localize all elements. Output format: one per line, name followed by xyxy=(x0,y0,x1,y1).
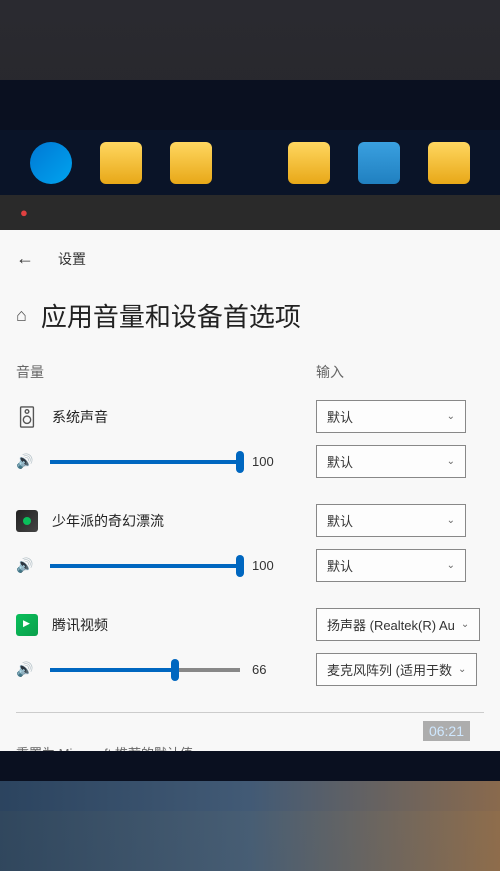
browser-tab-strip: ● xyxy=(0,195,500,230)
volume-value: 100 xyxy=(252,454,284,469)
desktop-taskbar xyxy=(0,130,500,195)
app-icon[interactable] xyxy=(358,142,400,184)
tencent-video-icon xyxy=(16,614,38,636)
app-row: 腾讯视频 扬声器 (Realtek(R) Au⌄ 🔊 66 麦克风阵列 (适用于… xyxy=(16,608,484,686)
volume-slider[interactable] xyxy=(50,564,240,568)
folder-icon[interactable] xyxy=(428,142,470,184)
output-dropdown[interactable]: 扬声器 (Realtek(R) Au⌄ xyxy=(316,608,480,641)
column-header-input: 输入 xyxy=(316,362,344,382)
volume-value: 100 xyxy=(252,558,284,573)
chevron-down-icon: ⌄ xyxy=(447,411,455,422)
app-name-label: 系统声音 xyxy=(52,407,108,427)
app-row: 少年派的奇幻漂流 默认⌄ 🔊 100 默认⌄ xyxy=(16,504,484,582)
app-name-label: 少年派的奇幻漂流 xyxy=(52,511,164,531)
output-dropdown[interactable]: 默认⌄ xyxy=(316,400,466,433)
input-dropdown[interactable]: 麦克风阵列 (适用于数⌄ xyxy=(316,653,477,686)
page-title: 应用音量和设备首选项 xyxy=(41,297,301,334)
back-button[interactable]: ← xyxy=(16,248,34,269)
clock: 06:21 xyxy=(423,721,470,741)
speaker-device-icon xyxy=(16,406,38,428)
chevron-down-icon: ⌄ xyxy=(447,456,455,467)
volume-value: 66 xyxy=(252,662,284,677)
output-dropdown[interactable]: 默认⌄ xyxy=(316,504,466,537)
divider xyxy=(16,712,484,713)
edge-icon[interactable] xyxy=(30,142,72,184)
folder-icon[interactable] xyxy=(288,142,330,184)
reset-link[interactable]: 重置为 Microsoft 推荐的默认值。 xyxy=(16,743,484,751)
media-app-icon xyxy=(16,510,38,532)
chevron-down-icon: ⌄ xyxy=(461,619,469,630)
app-row: 系统声音 默认⌄ 🔊 100 默认⌄ xyxy=(16,400,484,478)
volume-icon[interactable]: 🔊 xyxy=(16,453,38,470)
app-name-label: 腾讯视频 xyxy=(52,615,108,635)
breadcrumb[interactable]: 设置 xyxy=(58,249,86,269)
volume-slider[interactable] xyxy=(50,668,240,672)
volume-icon[interactable]: 🔊 xyxy=(16,557,38,574)
input-dropdown[interactable]: 默认⌄ xyxy=(316,445,466,478)
folder-icon[interactable] xyxy=(170,142,212,184)
chevron-down-icon: ⌄ xyxy=(447,560,455,571)
chevron-down-icon: ⌄ xyxy=(447,515,455,526)
tab-item[interactable]: ● xyxy=(20,205,37,220)
chevron-down-icon: ⌄ xyxy=(458,664,466,675)
folder-icon[interactable] xyxy=(100,142,142,184)
volume-slider[interactable] xyxy=(50,460,240,464)
settings-window: ← 设置 ⌂ 应用音量和设备首选项 音量 输入 xyxy=(0,230,500,751)
home-icon[interactable]: ⌂ xyxy=(16,305,27,326)
volume-icon[interactable]: 🔊 xyxy=(16,661,38,678)
photo-background xyxy=(0,781,500,871)
input-dropdown[interactable]: 默认⌄ xyxy=(316,549,466,582)
column-header-volume: 音量 xyxy=(16,362,316,382)
